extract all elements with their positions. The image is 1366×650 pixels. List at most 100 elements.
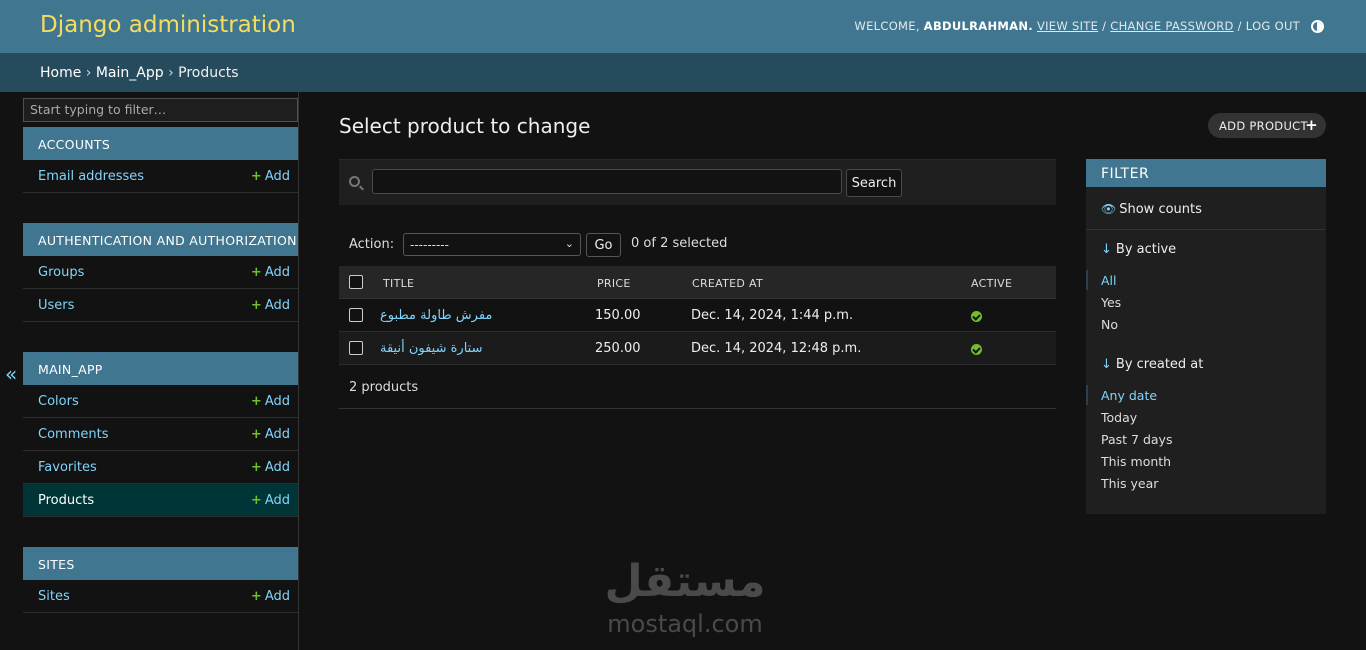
user-tools-separator: / xyxy=(1233,19,1246,33)
add-label: Add xyxy=(264,169,290,184)
add-comment-button[interactable]: + Add xyxy=(251,427,290,442)
product-title-link[interactable]: مفرش طاولة مطبوع xyxy=(380,308,492,323)
sidebar-item-label[interactable]: Products xyxy=(38,493,94,508)
add-product-sidebar-button[interactable]: + Add xyxy=(251,493,290,508)
theme-toggle-icon[interactable] xyxy=(1311,20,1324,33)
search-button[interactable]: Search xyxy=(846,169,902,197)
add-label: Add xyxy=(264,493,290,508)
add-label: Add xyxy=(264,460,290,475)
column-header-active[interactable]: ACTIVE xyxy=(971,277,1012,290)
plus-icon: + xyxy=(250,589,262,604)
plus-icon: + xyxy=(250,460,262,475)
user-tools: WELCOME, ABDULRAHMAN. VIEW SITE / CHANGE… xyxy=(854,19,1300,33)
add-favorite-button[interactable]: + Add xyxy=(251,460,290,475)
filter-option-today[interactable]: Today xyxy=(1101,410,1137,425)
search-toolbar: Search xyxy=(339,159,1056,205)
nav-sidebar: Start typing to filter… ACCOUNTS Email a… xyxy=(22,92,299,650)
sidebar-item-label[interactable]: Groups xyxy=(38,265,84,280)
sidebar-item-email-addresses: Email addresses + Add xyxy=(23,160,298,193)
toggle-sidebar-button[interactable]: « xyxy=(5,362,17,386)
app-caption-accounts[interactable]: ACCOUNTS xyxy=(23,127,298,160)
filter-option-this-month[interactable]: This month xyxy=(1101,454,1171,469)
check-circle-icon xyxy=(971,344,982,355)
filter-option-all[interactable]: All xyxy=(1101,273,1117,288)
change-password-link[interactable]: CHANGE PASSWORD xyxy=(1110,19,1233,33)
column-header-title[interactable]: TITLE xyxy=(383,277,414,290)
add-group-button[interactable]: + Add xyxy=(251,265,290,280)
add-color-button[interactable]: + Add xyxy=(251,394,290,409)
add-label: Add xyxy=(264,265,290,280)
sidebar-item-label[interactable]: Sites xyxy=(38,589,70,604)
table-row: مفرش طاولة مطبوع 150.00 Dec. 14, 2024, 1… xyxy=(339,299,1056,332)
plus-icon: + xyxy=(250,493,262,508)
sidebar-item-label[interactable]: Comments xyxy=(38,427,108,442)
username: ABDULRAHMAN. xyxy=(923,19,1033,33)
app-caption-main-app[interactable]: MAIN_APP xyxy=(23,352,298,385)
add-label: Add xyxy=(264,394,290,409)
add-label: Add xyxy=(264,589,290,604)
sidebar-item-favorites: Favorites + Add xyxy=(23,451,298,484)
product-created-at: Dec. 14, 2024, 12:48 p.m. xyxy=(691,341,862,356)
filter-group-by-created-at[interactable]: ↓ By created at xyxy=(1101,357,1203,372)
watermark-logo: مستقل mostaql.com xyxy=(600,556,770,638)
nav-filter-input[interactable]: Start typing to filter… xyxy=(23,98,298,122)
paginator: 2 products xyxy=(339,366,1056,409)
app-caption-sites[interactable]: SITES xyxy=(23,547,298,580)
filter-option-any-date[interactable]: Any date xyxy=(1101,388,1157,403)
sidebar-item-label[interactable]: Favorites xyxy=(38,460,97,475)
action-label: Action: xyxy=(349,237,395,252)
action-select[interactable]: --------- ⌄ xyxy=(403,233,581,256)
table-row: ستارة شيفون أنيقة 250.00 Dec. 14, 2024, … xyxy=(339,332,1056,365)
sidebar-item-label[interactable]: Email addresses xyxy=(38,169,144,184)
filter-group-by-active[interactable]: ↓ By active xyxy=(1101,242,1176,257)
log-out-link[interactable]: LOG OUT xyxy=(1246,19,1300,33)
filter-option-yes[interactable]: Yes xyxy=(1101,295,1121,310)
add-site-button[interactable]: + Add xyxy=(251,589,290,604)
breadcrumb-home[interactable]: Home xyxy=(40,65,81,81)
filter-option-this-year[interactable]: This year xyxy=(1101,476,1158,491)
add-email-address-button[interactable]: + Add xyxy=(251,169,290,184)
view-site-link[interactable]: VIEW SITE xyxy=(1037,19,1098,33)
search-input[interactable] xyxy=(372,169,842,194)
result-count: 2 products xyxy=(349,380,419,395)
site-name[interactable]: Django administration xyxy=(40,12,296,38)
filter-divider xyxy=(1086,229,1326,230)
plus-icon: + xyxy=(250,394,262,409)
sidebar-item-label[interactable]: Users xyxy=(38,298,74,313)
arrow-down-icon: ↓ xyxy=(1101,242,1112,257)
sidebar-item-sites: Sites + Add xyxy=(23,580,298,613)
plus-icon: + xyxy=(1305,116,1318,134)
chevron-down-icon: ⌄ xyxy=(564,237,574,250)
product-price: 250.00 xyxy=(595,341,641,356)
app-caption-auth[interactable]: AUTHENTICATION AND AUTHORIZATION xyxy=(23,223,298,256)
row-checkbox[interactable] xyxy=(349,308,363,322)
action-select-value: --------- xyxy=(410,238,449,252)
user-tools-separator: / xyxy=(1098,19,1111,33)
filter-option-no[interactable]: No xyxy=(1101,317,1118,332)
add-product-button[interactable]: ADD PRODUCT + xyxy=(1208,113,1326,138)
product-title-link[interactable]: ستارة شيفون أنيقة xyxy=(380,341,482,356)
column-header-price[interactable]: PRICE xyxy=(597,277,631,290)
column-header-created-at[interactable]: CREATED AT xyxy=(692,277,763,290)
filter-panel: FILTER 👁 Show counts ↓ By active All Yes N… xyxy=(1086,159,1326,514)
action-counter: 0 of 2 selected xyxy=(631,236,728,251)
breadcrumb-app[interactable]: Main_App xyxy=(96,65,164,81)
watermark-arabic: مستقل xyxy=(604,556,766,607)
breadcrumb-separator: › xyxy=(81,65,96,81)
filter-group-label: By created at xyxy=(1115,357,1204,372)
add-user-button[interactable]: + Add xyxy=(251,298,290,313)
sidebar-item-label[interactable]: Colors xyxy=(38,394,79,409)
sidebar-item-comments: Comments + Add xyxy=(23,418,298,451)
plus-icon: + xyxy=(250,265,262,280)
actions-bar: Action: --------- ⌄ Go 0 of 2 selected xyxy=(339,232,1056,258)
page-title: Select product to change xyxy=(339,114,591,138)
go-button[interactable]: Go xyxy=(586,233,621,257)
breadcrumb: Home › Main_App › Products xyxy=(0,53,1366,92)
product-created-at: Dec. 14, 2024, 1:44 p.m. xyxy=(691,308,854,323)
row-checkbox[interactable] xyxy=(349,341,363,355)
plus-icon: + xyxy=(250,427,262,442)
show-counts-link[interactable]: 👁 Show counts xyxy=(1101,202,1202,217)
select-all-checkbox[interactable] xyxy=(349,275,363,289)
plus-icon: + xyxy=(250,169,262,184)
filter-option-past-7-days[interactable]: Past 7 days xyxy=(1101,432,1172,447)
